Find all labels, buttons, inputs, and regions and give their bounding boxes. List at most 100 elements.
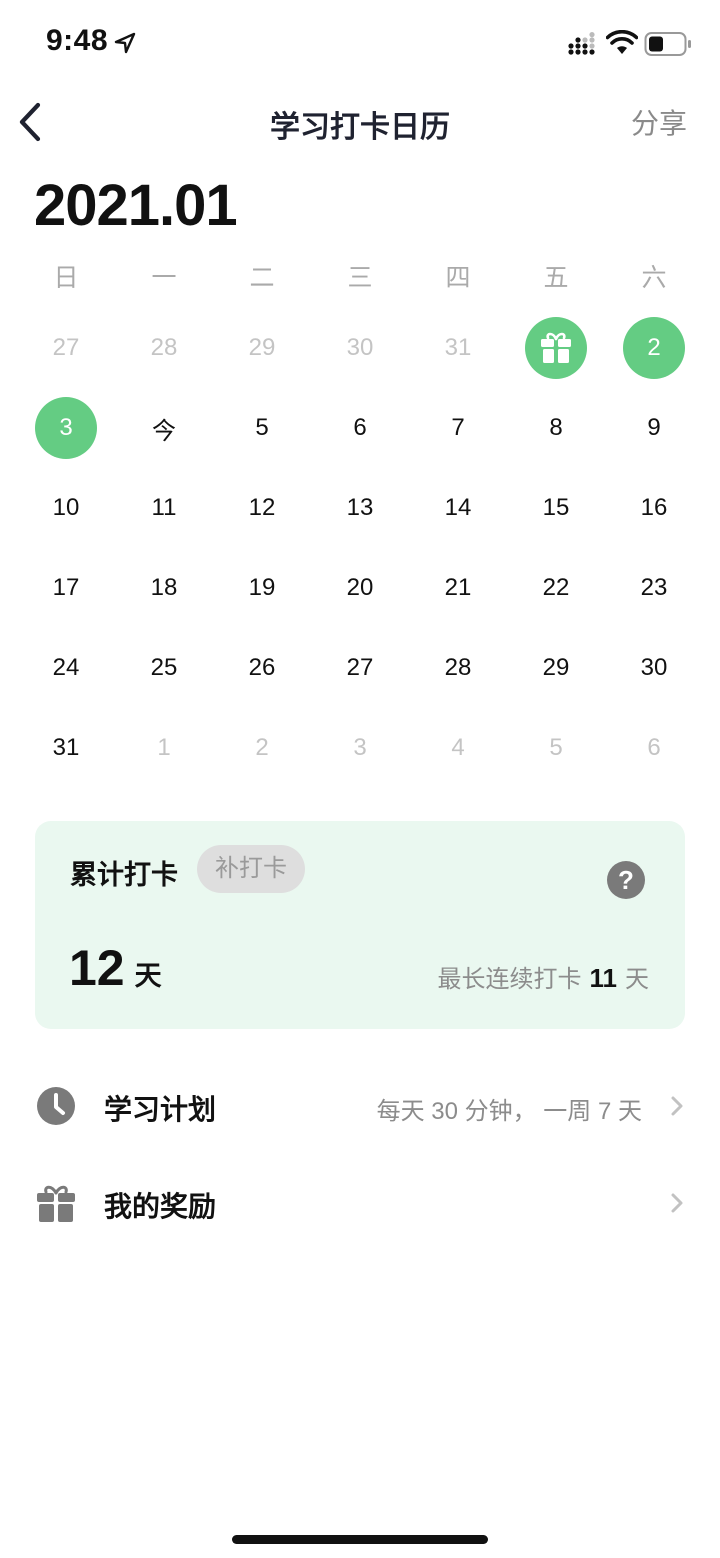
calendar-day[interactable]: 5	[507, 708, 605, 788]
calendar-day-number: 26	[248, 654, 276, 681]
calendar-day[interactable]: 10	[17, 468, 115, 548]
calendar-day-number: 30	[346, 334, 374, 361]
calendar-day-number: 29	[542, 654, 570, 681]
gift-icon	[37, 1185, 75, 1222]
calendar-day[interactable]: 23	[605, 548, 703, 628]
study-plan-value: 每天 30 分钟， 一周 7 天	[376, 1098, 642, 1125]
calendar-day-number: 25	[150, 654, 178, 681]
calendar-day[interactable]: 2	[605, 308, 703, 388]
makeup-checkin-button[interactable]: 补打卡	[197, 845, 305, 893]
calendar-day[interactable]: 3	[311, 708, 409, 788]
calendar-day[interactable]: 6	[605, 708, 703, 788]
calendar-day-number: 6	[353, 414, 367, 441]
my-rewards-label: 我的奖励	[104, 1191, 217, 1222]
calendar-day-number: 8	[549, 414, 563, 441]
wifi-icon	[606, 30, 638, 54]
checkin-summary-card: 累计打卡 补打卡 ? 12 天 最长连续打卡 11 天	[35, 821, 685, 1029]
calendar-day[interactable]: 21	[409, 548, 507, 628]
calendar-day[interactable]: 29	[507, 628, 605, 708]
home-indicator	[232, 1535, 488, 1544]
calendar-day-reward[interactable]	[507, 308, 605, 388]
calendar-day[interactable]: 31	[17, 708, 115, 788]
location-arrow-icon	[114, 32, 136, 54]
calendar-day-number: 13	[346, 494, 374, 521]
weekday-header: 日 一 二 三 四 五 六	[17, 258, 703, 298]
weekday-label: 一	[151, 264, 177, 292]
calendar-day-number: 3	[353, 734, 367, 761]
calendar-day[interactable]: 3	[17, 388, 115, 468]
calendar-day[interactable]: 30	[311, 308, 409, 388]
calendar-day-number: 4	[451, 734, 465, 761]
calendar-day[interactable]: 20	[311, 548, 409, 628]
total-checkin-label: 累计打卡	[70, 860, 178, 890]
calendar-day-number: 22	[542, 574, 570, 601]
calendar-day-today[interactable]: 今	[115, 388, 213, 468]
calendar-day[interactable]: 27	[17, 308, 115, 388]
calendar-day-number: 28	[150, 334, 178, 361]
calendar-day[interactable]: 4	[409, 708, 507, 788]
help-icon[interactable]: ?	[607, 861, 645, 899]
calendar-day-number: 23	[640, 574, 668, 601]
total-days-unit: 天	[134, 961, 162, 991]
calendar-day[interactable]: 5	[213, 388, 311, 468]
calendar-day-number: 14	[444, 494, 472, 521]
calendar-day[interactable]: 14	[409, 468, 507, 548]
calendar-day[interactable]: 26	[213, 628, 311, 708]
calendar-day[interactable]: 13	[311, 468, 409, 548]
longest-streak-unit: 天	[625, 966, 649, 993]
calendar-day-number: 11	[151, 494, 177, 521]
calendar-day[interactable]: 27	[311, 628, 409, 708]
calendar-day[interactable]: 19	[213, 548, 311, 628]
status-time: 9:48	[46, 24, 109, 57]
calendar-day[interactable]: 1	[115, 708, 213, 788]
calendar-day-number: 18	[150, 574, 178, 601]
weekday-label: 四	[445, 264, 471, 292]
study-plan-label: 学习计划	[104, 1094, 217, 1125]
total-days-value: 12	[69, 940, 125, 996]
calendar-day[interactable]: 29	[213, 308, 311, 388]
calendar-day-number: 28	[444, 654, 472, 681]
calendar-day-number: 9	[647, 414, 661, 441]
calendar-grid: 27 28 29 30 31 2 3 今 5 6 7 8 9 10 11 12 13 14 15 16 17 18 19 20…	[17, 308, 703, 788]
calendar-day-number: 20	[346, 574, 374, 601]
calendar-day-number: 21	[444, 574, 472, 601]
study-plan-row[interactable]: 学习计划 每天 30 分钟， 一周 7 天	[0, 1058, 720, 1154]
calendar-day-number: 30	[640, 654, 668, 681]
chevron-right-icon	[671, 1193, 683, 1213]
calendar-day[interactable]: 7	[409, 388, 507, 468]
status-bar: 9:48	[0, 0, 720, 84]
weekday-label: 六	[641, 264, 667, 292]
calendar-day-number: 29	[248, 334, 276, 361]
share-button[interactable]: 分享	[631, 102, 687, 142]
calendar-day-number: 16	[640, 494, 668, 521]
calendar-day[interactable]: 30	[605, 628, 703, 708]
my-rewards-row[interactable]: 我的奖励	[0, 1155, 720, 1251]
calendar-day-number: 24	[52, 654, 80, 681]
longest-streak-label: 最长连续打卡	[437, 966, 582, 993]
calendar-day[interactable]: 2	[213, 708, 311, 788]
weekday-label: 二	[249, 264, 275, 292]
calendar-day[interactable]: 6	[311, 388, 409, 468]
calendar-day[interactable]: 22	[507, 548, 605, 628]
calendar-day[interactable]: 28	[409, 628, 507, 708]
calendar-day[interactable]: 25	[115, 628, 213, 708]
calendar-day-number: 5	[255, 414, 269, 441]
total-days: 12 天	[69, 939, 162, 997]
calendar-day[interactable]: 15	[507, 468, 605, 548]
calendar-day[interactable]: 11	[115, 468, 213, 548]
calendar-day-number: 27	[346, 654, 374, 681]
calendar-day[interactable]: 8	[507, 388, 605, 468]
calendar-day-number: 12	[248, 494, 276, 521]
calendar-day[interactable]: 18	[115, 548, 213, 628]
calendar-day[interactable]: 24	[17, 628, 115, 708]
calendar-day-number: 今	[152, 417, 176, 445]
calendar-day[interactable]: 31	[409, 308, 507, 388]
calendar-day[interactable]: 17	[17, 548, 115, 628]
weekday-label: 日	[53, 264, 79, 292]
calendar-day-number: 1	[157, 734, 171, 761]
calendar-day[interactable]: 16	[605, 468, 703, 548]
calendar-day[interactable]: 9	[605, 388, 703, 468]
calendar-day-number: 27	[52, 334, 80, 361]
calendar-day[interactable]: 12	[213, 468, 311, 548]
calendar-day[interactable]: 28	[115, 308, 213, 388]
